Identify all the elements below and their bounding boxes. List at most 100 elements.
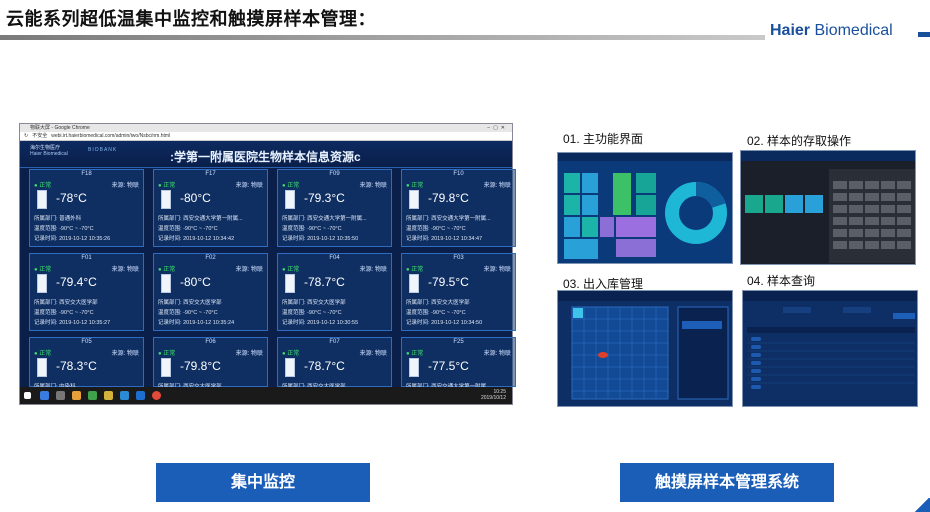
brand-logo: Haier Biomedical xyxy=(770,22,893,39)
freezer-icon xyxy=(37,274,47,293)
freezer-icon xyxy=(285,190,295,209)
freezer-card[interactable]: F10 ● 正常 来源: 物联 -79.8°C 所属部门: 西安交通大学第一附属... 温… xyxy=(401,169,516,247)
chrome-icon[interactable] xyxy=(152,391,161,400)
temperature-value: -80°C xyxy=(180,275,211,289)
windows-start-icon[interactable] xyxy=(24,392,31,399)
main-screen-thumbnail xyxy=(557,152,733,264)
source-label: 来源: 物联 xyxy=(483,267,511,273)
dept-line: 所属部门: 西安交大医学部 xyxy=(406,300,470,306)
source-label: 来源: 物联 xyxy=(235,183,263,189)
mail-icon[interactable] xyxy=(120,391,129,400)
title-underline xyxy=(0,35,765,40)
freezer-card[interactable]: F09 ● 正常 来源: 物联 -79.3°C 所属部门: 西安交通大学第一附属... 温… xyxy=(277,169,392,247)
freezer-card[interactable]: F17 ● 正常 来源: 物联 -80°C 所属部门: 西安交通大学第一附属... 温度范… xyxy=(153,169,268,247)
freezer-id: F06 xyxy=(205,339,216,345)
central-monitoring-button[interactable]: 集中监控 xyxy=(156,463,370,502)
browser-titlebar: 物联大屏 - Google Chrome –▢✕ xyxy=(20,124,512,132)
taskbar-clock: 10:25 2019/10/12 xyxy=(480,389,506,401)
temperature-value: -79.4°C xyxy=(56,275,97,289)
freezer-id: F18 xyxy=(81,171,92,177)
window-controls[interactable]: –▢✕ xyxy=(487,124,512,132)
query-screen-thumbnail xyxy=(742,290,918,407)
panel-label-main: 01. 主功能界面 xyxy=(563,132,644,146)
freezer-icon xyxy=(409,358,419,377)
source-label: 来源: 物联 xyxy=(235,267,263,273)
status-label: ● 正常 xyxy=(406,267,424,273)
word-icon[interactable] xyxy=(136,391,145,400)
freezer-icon xyxy=(285,274,295,293)
freezer-id: F01 xyxy=(81,255,92,261)
freezer-icon xyxy=(161,274,171,293)
source-label: 来源: 物联 xyxy=(359,267,387,273)
status-label: ● 正常 xyxy=(158,351,176,357)
time-line: 记录时间: 2019-10-12 10:34:42 xyxy=(158,236,235,242)
source-label: 来源: 物联 xyxy=(359,351,387,357)
panel-label-query: 04. 样本查询 xyxy=(747,274,816,288)
freezer-card[interactable]: F06● 正常来源: 物联-79.8°C所属部门: 西安交大医学部 xyxy=(153,337,268,390)
inout-screen-graphic xyxy=(558,291,732,406)
monitor-header: 海尔生物医疗 Haier Biomedical BIOBANK :学第一附属医院… xyxy=(20,141,512,168)
status-label: ● 正常 xyxy=(34,183,52,189)
temperature-value: -79.5°C xyxy=(428,275,469,289)
status-label: ● 正常 xyxy=(406,351,424,357)
temperature-value: -79.8°C xyxy=(428,191,469,205)
freezer-card-grid: F18 ● 正常 来源: 物联 -78°C 所属部门: 普通外科 温度范围: -90°C … xyxy=(29,169,516,390)
temperature-value: -78°C xyxy=(56,191,87,205)
source-label: 来源: 物联 xyxy=(111,267,139,273)
explorer-icon[interactable] xyxy=(104,391,113,400)
range-line: 温度范围: -90°C ~ -70°C xyxy=(158,310,218,316)
time-line: 记录时间: 2019-10-12 10:35:24 xyxy=(158,320,235,326)
range-line: 温度范围: -90°C ~ -70°C xyxy=(406,226,466,232)
time-line: 记录时间: 2019-10-12 10:35:27 xyxy=(34,320,111,326)
status-label: ● 正常 xyxy=(282,267,300,273)
source-label: 来源: 物联 xyxy=(235,351,263,357)
page-title: 云能系列超低温集中监控和触摸屏样本管理： xyxy=(6,9,376,29)
range-line: 温度范围: -90°C ~ -70°C xyxy=(282,226,342,232)
freezer-icon xyxy=(37,190,47,209)
freezer-icon xyxy=(161,190,171,209)
freezer-card[interactable]: F05● 正常来源: 物联-78.3°C所属部门: 内染科 xyxy=(29,337,144,390)
access-screen-thumbnail xyxy=(740,150,916,265)
freezer-id: F09 xyxy=(329,171,340,177)
freezer-id: F03 xyxy=(453,255,464,261)
freezer-card[interactable]: F02 ● 正常 来源: 物联 -80°C 所属部门: 西安交大医学部 温度范围: -90… xyxy=(153,253,268,331)
browser-window-title: 物联大屏 - Google Chrome xyxy=(30,125,90,131)
temperature-value: -78.7°C xyxy=(304,275,345,289)
app-icon[interactable] xyxy=(88,391,97,400)
file-icon[interactable] xyxy=(56,391,65,400)
main-screen-graphic xyxy=(558,153,732,263)
freezer-card[interactable]: F25● 正常来源: 物联-77.5°C所属部门: 西安交通大学第一附属... xyxy=(401,337,516,390)
dept-line: 所属部门: 普通外科 xyxy=(34,216,82,222)
dept-line: 所属部门: 西安交大医学部 xyxy=(34,300,98,306)
touchscreen-system-button[interactable]: 触摸屏样本管理系统 xyxy=(620,463,834,502)
edge-icon[interactable] xyxy=(40,391,49,400)
freezer-id: F05 xyxy=(81,339,92,345)
address-bar[interactable]: ↻ 不安全 webi.irt.haierbiomedical.com/admin… xyxy=(20,132,512,141)
time-line: 记录时间: 2019-10-12 10:30:55 xyxy=(282,320,359,326)
temperature-value: -79.3°C xyxy=(304,191,345,205)
freezer-card[interactable]: F03 ● 正常 来源: 物联 -79.5°C 所属部门: 西安交大医学部 温度范围: -… xyxy=(401,253,516,331)
dept-line: 所属部门: 西安交通大学第一附属... xyxy=(406,216,491,222)
freezer-icon xyxy=(409,274,419,293)
freezer-card[interactable]: F18 ● 正常 来源: 物联 -78°C 所属部门: 普通外科 温度范围: -90°C … xyxy=(29,169,144,247)
reload-icon[interactable]: ↻ xyxy=(24,132,28,140)
haier-logo: 海尔生物医疗 Haier Biomedical xyxy=(30,145,68,157)
range-line: 温度范围: -90°C ~ -70°C xyxy=(158,226,218,232)
temperature-value: -79.8°C xyxy=(180,359,221,373)
inout-screen-thumbnail xyxy=(557,290,733,407)
freezer-icon xyxy=(37,358,47,377)
temperature-value: -80°C xyxy=(180,191,211,205)
freezer-id: F07 xyxy=(329,339,340,345)
insecure-label: 不安全 xyxy=(32,133,48,139)
panel-label-access: 02. 样本的存取操作 xyxy=(747,134,852,148)
status-label: ● 正常 xyxy=(282,351,300,357)
address-text[interactable]: webi.irt.haierbiomedical.com/admin/iwo/N… xyxy=(51,132,170,140)
freezer-icon xyxy=(161,358,171,377)
freezer-card[interactable]: F04 ● 正常 来源: 物联 -78.7°C 所属部门: 西安交大医学部 温度范围: -… xyxy=(277,253,392,331)
freezer-card[interactable]: F07● 正常来源: 物联-78.7°C所属部门: 西安交大医学部 xyxy=(277,337,392,390)
source-label: 来源: 物联 xyxy=(111,351,139,357)
freezer-id: F04 xyxy=(329,255,340,261)
range-line: 温度范围: -90°C ~ -70°C xyxy=(406,310,466,316)
freezer-card[interactable]: F01 ● 正常 来源: 物联 -79.4°C 所属部门: 西安交大医学部 温度范围: -… xyxy=(29,253,144,331)
folder-icon[interactable] xyxy=(72,391,81,400)
